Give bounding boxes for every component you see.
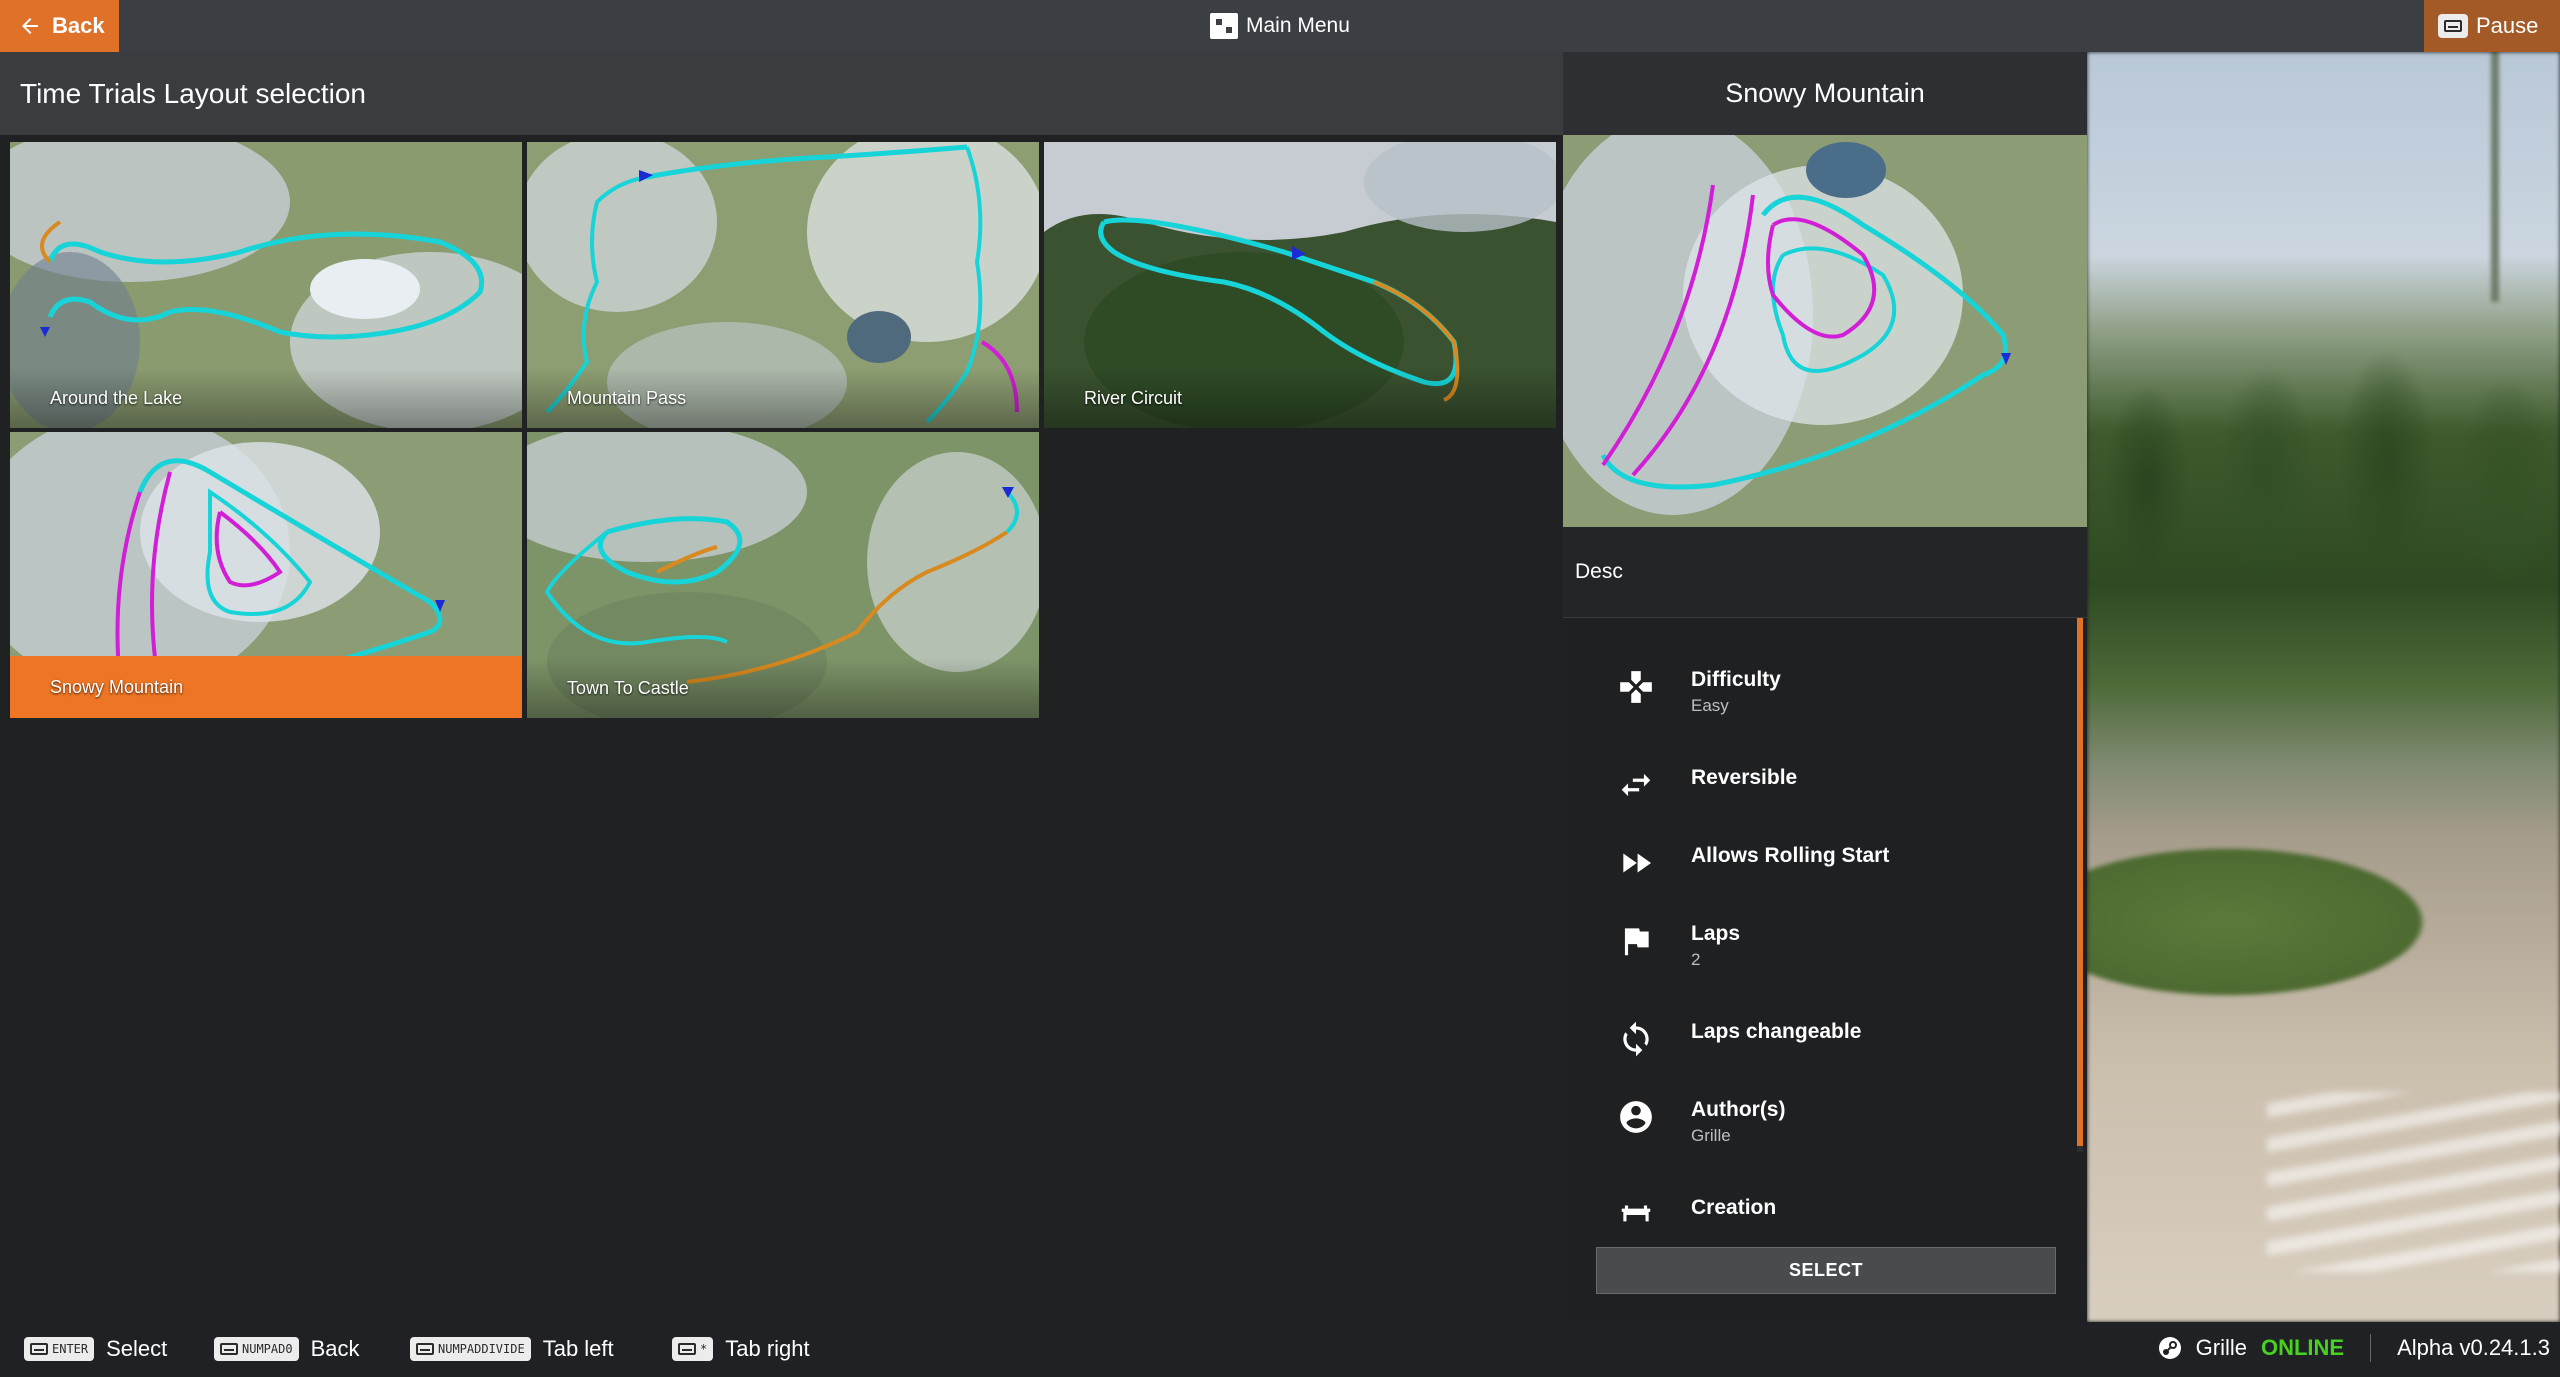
hint-label: Tab right bbox=[725, 1336, 810, 1361]
back-button[interactable]: Back bbox=[0, 0, 119, 52]
divider bbox=[2370, 1334, 2372, 1362]
online-status: ONLINE bbox=[2260, 1335, 2345, 1360]
select-button[interactable]: SELECT bbox=[1596, 1247, 2056, 1294]
track-label: Snowy Mountain bbox=[10, 656, 522, 718]
top-bar: Back Main Menu Pause bbox=[0, 0, 2560, 52]
arrow-left-icon bbox=[22, 18, 38, 34]
status-area: Grille ONLINE Alpha v0.24.1.3 bbox=[2158, 1334, 2550, 1362]
back-label: Back bbox=[52, 13, 105, 38]
multiply-key-icon: * bbox=[672, 1337, 714, 1361]
property-name: Reversible bbox=[1691, 766, 1798, 789]
property-value: Easy bbox=[1691, 696, 1729, 715]
version-label: Alpha v0.24.1.3 bbox=[2397, 1335, 2550, 1360]
track-preview-map bbox=[1563, 135, 2087, 527]
steam-icon bbox=[2158, 1337, 2181, 1359]
sync-icon bbox=[1615, 1018, 1657, 1060]
flag-icon bbox=[1615, 920, 1657, 962]
numpaddivide-key-icon: NUMPADDIVIDE bbox=[410, 1337, 531, 1361]
bottom-bar: ENTER Select NUMPAD0 Back NUMPADDIVIDE T… bbox=[0, 1322, 2560, 1377]
scene-road-markings bbox=[2267, 1092, 2560, 1272]
enter-key-icon: ENTER bbox=[24, 1337, 95, 1361]
track-label: Town To Castle bbox=[527, 658, 1039, 718]
layout-selection-panel: Time Trials Layout selection Around the … bbox=[0, 52, 1563, 1322]
panel-title: Time Trials Layout selection bbox=[0, 52, 1563, 135]
property-name: Author(s) bbox=[1691, 1098, 1786, 1121]
main-menu-button[interactable]: Main Menu bbox=[1210, 0, 1350, 52]
hint-select[interactable]: ENTER Select bbox=[24, 1336, 167, 1362]
track-tile-mountain-pass[interactable]: Mountain Pass bbox=[527, 142, 1039, 428]
hint-tab-left[interactable]: NUMPADDIVIDE Tab left bbox=[410, 1336, 614, 1362]
property-difficulty: Difficulty Easy bbox=[1615, 666, 1781, 718]
username: Grille bbox=[2195, 1335, 2247, 1360]
track-properties-list: Difficulty Easy Reversible Allows Rollin… bbox=[1563, 618, 2087, 1278]
track-tile-town-to-castle[interactable]: Town To Castle bbox=[527, 432, 1039, 718]
creation-icon bbox=[1615, 1194, 1657, 1236]
property-laps: Laps 2 bbox=[1615, 920, 1740, 972]
numpad0-key-icon: NUMPAD0 bbox=[214, 1337, 299, 1361]
hint-label: Back bbox=[310, 1336, 360, 1361]
property-name: Allows Rolling Start bbox=[1691, 844, 1890, 867]
track-tile-snowy-mountain[interactable]: Snowy Mountain bbox=[10, 432, 522, 718]
property-rolling-start: Allows Rolling Start bbox=[1615, 842, 1889, 884]
track-description: Desc bbox=[1563, 527, 2087, 618]
pause-label: Pause bbox=[2476, 13, 2539, 38]
hint-tab-right[interactable]: * Tab right bbox=[672, 1336, 810, 1362]
account-circle-icon bbox=[1615, 1096, 1657, 1138]
detail-title: Snowy Mountain bbox=[1563, 52, 2087, 135]
track-tile-river-circuit[interactable]: River Circuit bbox=[1044, 142, 1556, 428]
property-authors: Author(s) Grille bbox=[1615, 1096, 1785, 1148]
scene-pole bbox=[2491, 52, 2499, 302]
property-laps-changeable: Laps changeable bbox=[1615, 1018, 1861, 1060]
property-name: Difficulty bbox=[1691, 668, 1781, 691]
properties-scrollbar-thumb[interactable] bbox=[2077, 618, 2083, 1146]
hint-label: Tab left bbox=[542, 1336, 614, 1361]
property-value: Grille bbox=[1691, 1126, 1731, 1145]
dashboard-icon bbox=[1210, 13, 1238, 39]
track-label: Mountain Pass bbox=[527, 368, 1039, 428]
pause-button[interactable]: Pause bbox=[2424, 0, 2560, 52]
track-label: River Circuit bbox=[1044, 368, 1556, 428]
scene-trees bbox=[2087, 302, 2560, 632]
property-name: Creation bbox=[1691, 1196, 1777, 1219]
game-scene-background bbox=[2087, 52, 2560, 1322]
track-preview-image bbox=[1563, 135, 2087, 527]
property-value: 2 bbox=[1691, 950, 1701, 969]
track-label: Around the Lake bbox=[10, 368, 522, 428]
property-creation: Creation bbox=[1615, 1194, 1776, 1236]
property-reversible: Reversible bbox=[1615, 764, 1797, 806]
property-name: Laps bbox=[1691, 922, 1741, 945]
fast-forward-icon bbox=[1615, 842, 1657, 884]
gamepad-icon bbox=[1615, 666, 1657, 708]
swap-arrows-icon bbox=[1615, 764, 1657, 806]
hint-label: Select bbox=[106, 1336, 168, 1361]
keyboard-icon bbox=[2438, 14, 2468, 38]
main-menu-label: Main Menu bbox=[1246, 14, 1350, 37]
hint-back[interactable]: NUMPAD0 Back bbox=[214, 1336, 360, 1362]
track-tile-around-the-lake[interactable]: Around the Lake bbox=[10, 142, 522, 428]
property-name: Laps changeable bbox=[1691, 1020, 1862, 1043]
